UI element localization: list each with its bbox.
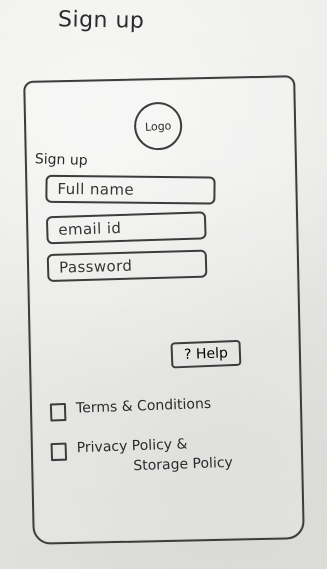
privacy-checkbox[interactable] [50,442,68,462]
logo-circle: Logo [132,100,184,152]
terms-checkbox[interactable] [49,402,67,422]
help-button-label: ? Help [183,345,229,363]
form-title: Sign up [34,151,88,169]
privacy-label-line2: Storage Policy [133,454,234,475]
terms-label: Terms & Conditions [75,395,212,417]
privacy-checkbox-row[interactable]: Privacy Policy & Storage Policy [50,433,297,486]
password-input[interactable] [46,249,208,282]
email-input[interactable] [45,211,207,245]
privacy-label-block: Privacy Policy & Storage Policy [76,433,297,485]
privacy-label-line1: Privacy Policy & [76,436,188,457]
logo-text: Logo [144,118,172,134]
full-name-input[interactable] [45,174,216,205]
page-title: Sign up [57,7,145,34]
help-button[interactable]: ? Help [170,339,242,369]
terms-checkbox-row[interactable]: Terms & Conditions [49,395,212,422]
signup-card: Logo Sign up ? Help Terms & Conditions P… [23,75,305,545]
